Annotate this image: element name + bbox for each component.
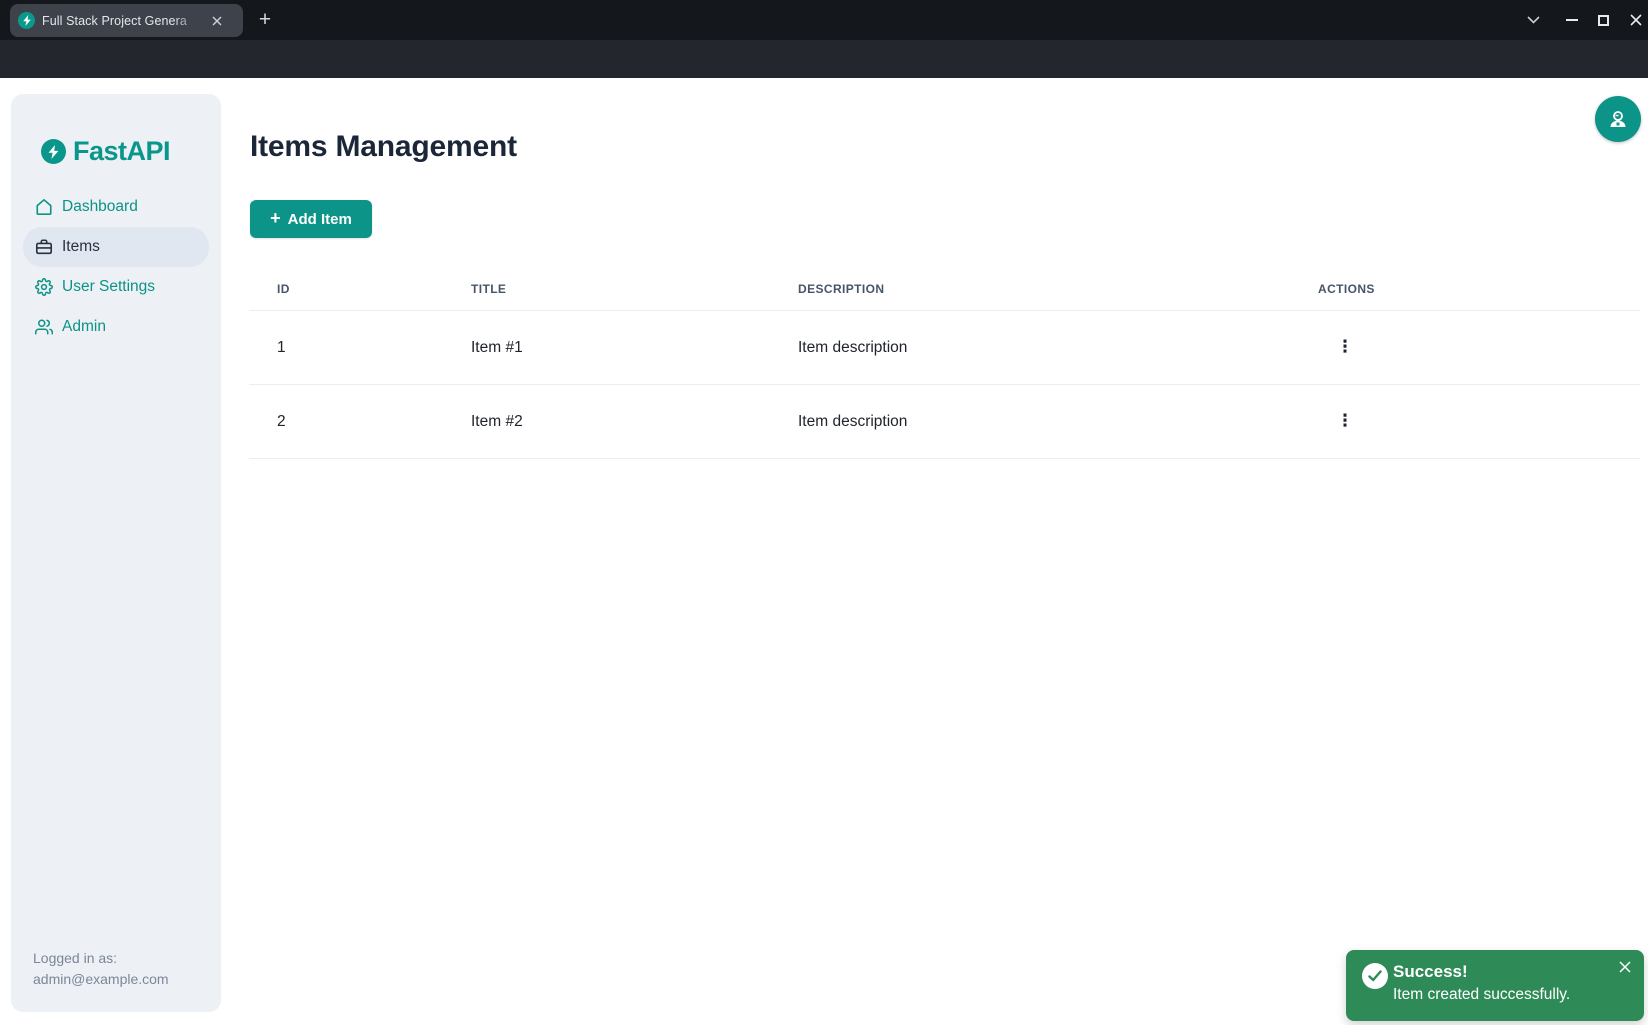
sidebar: FastAPI Dashboard Items — [11, 94, 221, 1012]
fastapi-bolt-icon — [41, 139, 66, 164]
items-table: ID TITLE DESCRIPTION ACTIONS 1 Item #1 I… — [249, 268, 1640, 459]
tab-title-fade — [174, 14, 202, 28]
tab-title: Full Stack Project Genera — [42, 14, 202, 28]
window-close-button[interactable] — [1623, 8, 1648, 32]
row-actions-kebab-icon[interactable]: ⋮ — [1332, 335, 1358, 361]
user-icon — [1606, 107, 1630, 131]
sidebar-item-label: Items — [62, 238, 100, 256]
cell-actions: ⋮ — [1290, 409, 1640, 435]
logged-in-label: Logged in as: — [33, 948, 169, 969]
sidebar-item-user-settings[interactable]: User Settings — [23, 267, 209, 307]
browser-toolbar: i localhost/items — [0, 40, 1648, 78]
logged-in-info: Logged in as: admin@example.com — [33, 948, 169, 990]
browser-tab[interactable]: Full Stack Project Genera — [10, 4, 243, 37]
tab-close-icon[interactable] — [208, 12, 226, 30]
cell-title: Item #1 — [443, 339, 770, 357]
browser-tab-bar: Full Stack Project Genera + — [0, 0, 1648, 40]
column-header-id: ID — [249, 282, 443, 296]
cell-actions: ⋮ — [1290, 335, 1640, 361]
sidebar-item-admin[interactable]: Admin — [23, 307, 209, 347]
column-header-title: TITLE — [443, 282, 770, 296]
home-icon — [34, 198, 53, 217]
app-logo-text: FastAPI — [73, 136, 170, 167]
column-header-actions: ACTIONS — [1290, 282, 1640, 296]
users-icon — [34, 318, 53, 337]
gear-icon — [34, 278, 53, 297]
sidebar-item-label: User Settings — [62, 278, 155, 296]
sidebar-item-label: Admin — [62, 318, 106, 336]
success-toast: Success! Item created successfully. — [1346, 950, 1644, 1021]
sidebar-nav: Dashboard Items User S — [11, 187, 221, 347]
sidebar-item-dashboard[interactable]: Dashboard — [23, 187, 209, 227]
add-item-button[interactable]: + Add Item — [250, 200, 372, 238]
app-page: FastAPI Dashboard Items — [0, 78, 1648, 1025]
cell-description: Item description — [770, 339, 1290, 357]
table-header-row: ID TITLE DESCRIPTION ACTIONS — [249, 268, 1640, 311]
table-row: 2 Item #2 Item description ⋮ — [249, 385, 1640, 459]
toast-title: Success! — [1393, 962, 1630, 982]
column-header-description: DESCRIPTION — [770, 282, 1290, 296]
briefcase-icon — [34, 238, 53, 257]
window-maximize-button[interactable] — [1590, 8, 1616, 32]
toast-message: Item created successfully. — [1393, 986, 1630, 1004]
window-minimize-button[interactable] — [1559, 8, 1585, 32]
row-actions-kebab-icon[interactable]: ⋮ — [1332, 409, 1358, 435]
plus-icon: + — [270, 208, 281, 229]
app-logo[interactable]: FastAPI — [41, 136, 221, 167]
page-title: Items Management — [250, 130, 517, 164]
toast-close-icon[interactable] — [1616, 958, 1634, 976]
sidebar-item-items[interactable]: Items — [23, 227, 209, 267]
tab-search-chevron-icon[interactable] — [1520, 8, 1546, 32]
logged-in-email: admin@example.com — [33, 969, 169, 990]
table-row: 1 Item #1 Item description ⋮ — [249, 311, 1640, 385]
new-tab-button[interactable]: + — [252, 7, 278, 33]
cell-id: 1 — [249, 339, 443, 357]
sidebar-item-label: Dashboard — [62, 198, 138, 216]
cell-description: Item description — [770, 413, 1290, 431]
cell-title: Item #2 — [443, 413, 770, 431]
check-circle-icon — [1362, 963, 1388, 989]
cell-id: 2 — [249, 413, 443, 431]
user-avatar-button[interactable] — [1595, 96, 1641, 142]
tab-favicon-icon — [18, 12, 35, 29]
